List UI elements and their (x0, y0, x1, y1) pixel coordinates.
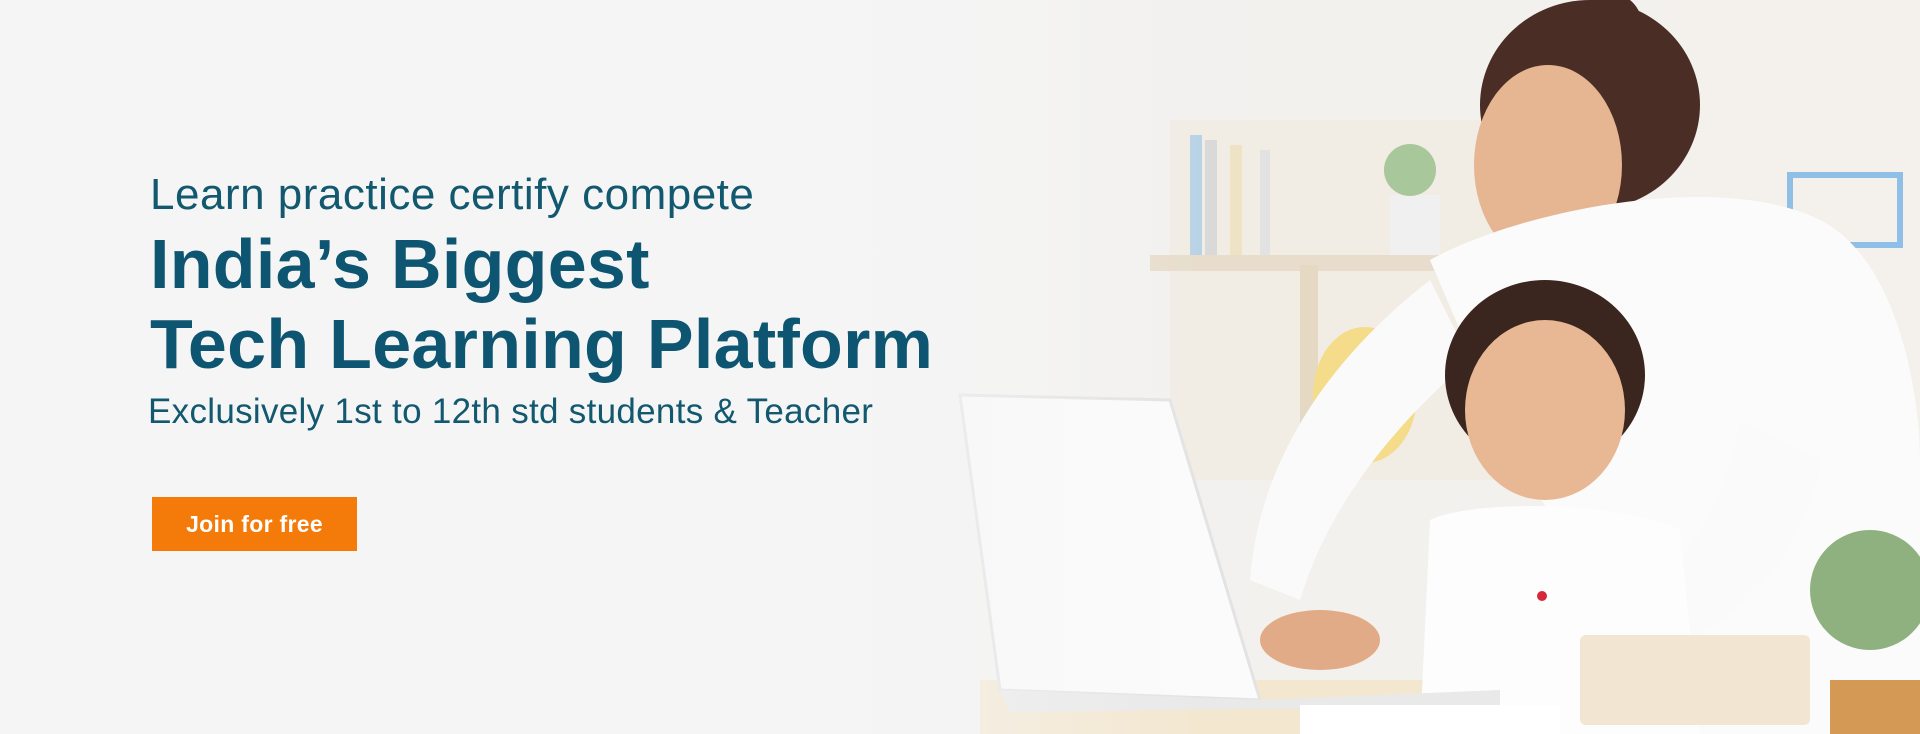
notebook (1300, 705, 1560, 734)
book (1205, 140, 1217, 255)
plant-pot (1390, 195, 1440, 255)
hero-headline: India’s Biggest Tech Learning Platform (150, 224, 933, 384)
girl-button (1537, 591, 1547, 601)
girl-face (1465, 320, 1625, 500)
headline-line-2: Tech Learning Platform (150, 305, 934, 383)
headline-line-1: India’s Biggest (150, 225, 650, 303)
hero-copy: Learn practice certify compete India’s B… (148, 168, 933, 434)
plant-leaves (1384, 144, 1436, 196)
book-stack (1580, 635, 1810, 725)
book (1230, 145, 1242, 255)
join-for-free-button[interactable]: Join for free (152, 497, 357, 551)
mother-hand (1260, 610, 1380, 670)
plant-pot-foreground (1830, 680, 1920, 734)
book (1260, 150, 1270, 255)
hero-subline: Exclusively 1st to 12th std students & T… (148, 392, 874, 431)
hero-tagline: Learn practice certify compete (150, 170, 755, 219)
hero-banner: Learn practice certify compete India’s B… (0, 0, 1920, 734)
